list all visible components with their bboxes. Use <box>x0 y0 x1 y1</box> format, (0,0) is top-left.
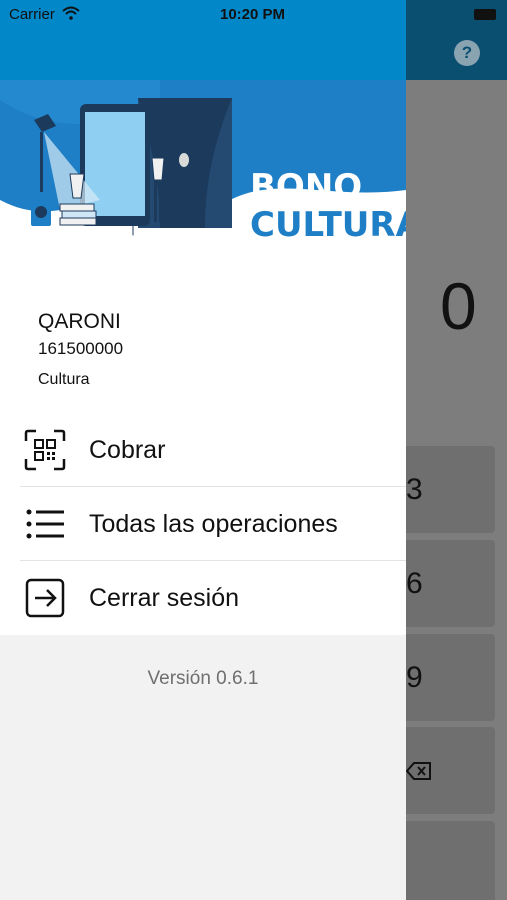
app-version: Versión 0.6.1 <box>147 668 259 689</box>
user-id: 161500000 <box>38 339 124 358</box>
backspace-icon <box>406 761 431 780</box>
wifi-icon <box>62 6 80 20</box>
bono-cultura-banner: BONO CULTURA <box>0 80 406 263</box>
menu-item-cerrar-sesion[interactable]: Cerrar sesión <box>0 561 406 635</box>
user-category: Cultura <box>38 371 90 388</box>
status-bar: Carrier 10:20 PM <box>0 0 507 28</box>
amount-display: 0 <box>440 269 477 343</box>
menu-label-cerrar-sesion: Cerrar sesión <box>89 583 240 612</box>
side-drawer: BONO CULTURA QARONI 161500000 Cultura Co… <box>0 0 406 900</box>
banner-title-line1: BONO <box>250 167 362 207</box>
status-time: 10:20 PM <box>220 6 286 23</box>
banner-illustration: BONO CULTURA <box>0 80 406 263</box>
menu-item-todas-operaciones[interactable]: Todas las operaciones <box>0 487 406 561</box>
menu-label-todas-operaciones: Todas las operaciones <box>89 509 338 538</box>
keypad-backspace <box>400 727 495 814</box>
banner-title-line2: CULTURA <box>250 205 406 245</box>
keypad-key-6: 6 <box>400 540 495 627</box>
list-icon <box>26 509 64 539</box>
logout-icon <box>25 578 65 618</box>
drawer-menu: Cobrar Todas las operaciones Cerrar sesi… <box>0 413 406 635</box>
user-name: QARONI <box>38 310 121 333</box>
user-info: QARONI 161500000 Cultura <box>0 263 406 413</box>
keypad-key-9: 9 <box>400 634 495 721</box>
keypad-key-3: 3 <box>400 446 495 533</box>
menu-label-cobrar: Cobrar <box>89 435 166 464</box>
help-button: ? <box>454 40 480 66</box>
carrier-label: Carrier <box>9 6 55 23</box>
keypad-key-blank <box>400 821 495 900</box>
menu-item-cobrar[interactable]: Cobrar <box>0 413 406 487</box>
qr-scan-icon <box>24 429 66 471</box>
